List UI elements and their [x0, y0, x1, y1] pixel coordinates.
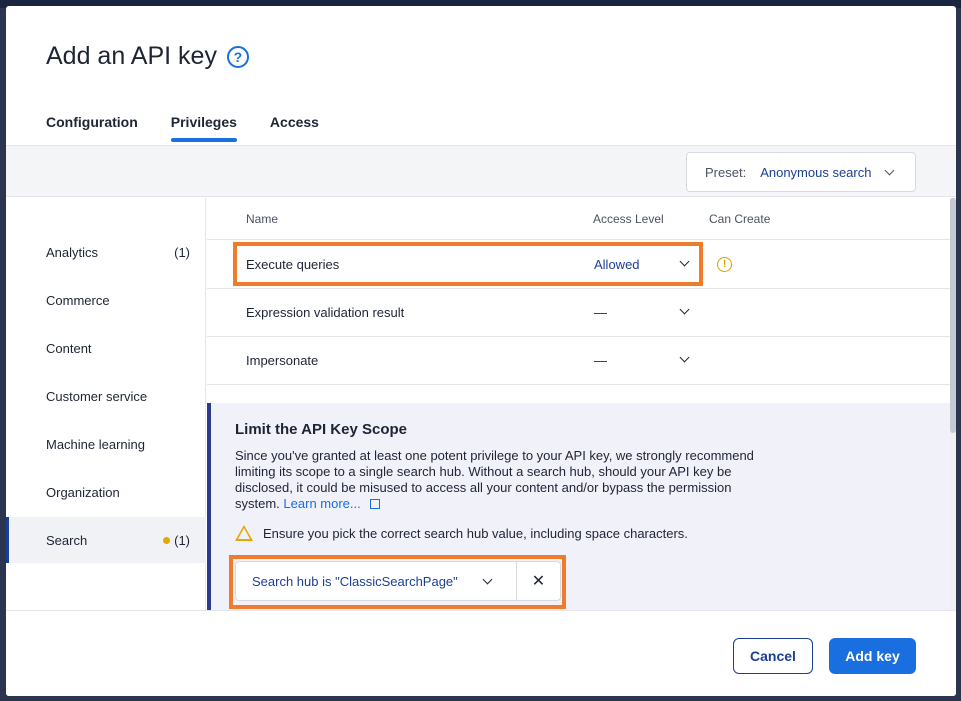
- dialog-title-text: Add an API key: [46, 42, 217, 70]
- tab-access[interactable]: Access: [270, 114, 319, 142]
- sidebar-item-search[interactable]: Search (1): [6, 517, 206, 563]
- dialog-footer: Cancel Add key: [6, 610, 956, 696]
- sidebar-item-content[interactable]: Content: [6, 325, 206, 371]
- modified-indicator-dot: [163, 536, 170, 544]
- sidebar-item-count: (1): [174, 532, 190, 548]
- add-key-button[interactable]: Add key: [829, 638, 916, 674]
- column-header-access-level: Access Level: [593, 212, 664, 226]
- privilege-name: Impersonate: [246, 353, 319, 368]
- sidebar-item-label: Organization: [46, 484, 120, 500]
- panel-scrollbar[interactable]: [950, 198, 956, 610]
- preset-value: Anonymous search: [760, 164, 872, 180]
- sidebar-item-count: (1): [174, 244, 190, 260]
- help-icon[interactable]: ?: [226, 45, 249, 68]
- sidebar-item-organization[interactable]: Organization: [6, 469, 206, 515]
- sidebar-item-machine-learning[interactable]: Machine learning: [6, 421, 206, 467]
- limit-scope-panel: Limit the API Key Scope Since you've gra…: [207, 403, 951, 610]
- scope-description: Since you've granted at least one potent…: [235, 448, 765, 512]
- preset-dropdown[interactable]: Preset: Anonymous search: [686, 152, 916, 192]
- learn-more-link[interactable]: Learn more...: [283, 496, 360, 511]
- sidebar-item-label: Commerce: [46, 292, 110, 308]
- chevron-down-icon[interactable]: [679, 304, 690, 315]
- tab-configuration[interactable]: Configuration: [46, 114, 138, 142]
- warning-icon: !: [717, 257, 732, 272]
- privilege-name: Expression validation result: [246, 305, 405, 320]
- column-header-can-create: Can Create: [709, 212, 771, 226]
- preset-label: Preset:: [705, 164, 747, 180]
- warning-triangle-icon: [235, 525, 253, 541]
- sidebar-item-label: Analytics: [46, 244, 99, 260]
- access-level-dropdown[interactable]: —: [594, 305, 607, 320]
- preset-bar: Preset: Anonymous search: [6, 145, 956, 197]
- dialog-tabs: Configuration Privileges Access: [46, 114, 352, 142]
- privilege-category-sidebar: Analytics (1) Commerce Content Customer …: [6, 198, 206, 610]
- chevron-down-icon[interactable]: [679, 352, 690, 363]
- privileges-panel: Name Access Level Can Create Execute que…: [207, 198, 956, 610]
- scope-warning: Ensure you pick the correct search hub v…: [235, 525, 688, 541]
- scope-warning-text: Ensure you pick the correct search hub v…: [263, 525, 688, 541]
- scope-title: Limit the API Key Scope: [235, 421, 407, 438]
- dialog-title: Add an API key ?: [46, 42, 249, 71]
- sidebar-item-label: Customer service: [46, 388, 148, 404]
- privileges-table-header: Name Access Level Can Create: [207, 198, 951, 240]
- sidebar-item-commerce[interactable]: Commerce: [6, 277, 206, 323]
- sidebar-item-analytics[interactable]: Analytics (1): [6, 229, 206, 275]
- sidebar-item-label: Machine learning: [46, 436, 146, 452]
- tab-privileges[interactable]: Privileges: [170, 114, 238, 142]
- scrollbar-thumb[interactable]: [950, 198, 956, 433]
- table-row: Impersonate —: [207, 337, 951, 385]
- highlight-box: [229, 555, 566, 609]
- cancel-button[interactable]: Cancel: [733, 638, 813, 674]
- sidebar-item-customer-service[interactable]: Customer service: [6, 373, 206, 419]
- sidebar-item-label: Search: [46, 532, 88, 548]
- add-api-key-dialog: Add an API key ? Configuration Privilege…: [6, 6, 956, 696]
- sidebar-item-label: Content: [46, 340, 92, 356]
- highlight-box: [233, 242, 703, 286]
- table-row: Expression validation result —: [207, 289, 951, 337]
- column-header-name: Name: [246, 212, 279, 226]
- access-level-dropdown[interactable]: —: [594, 353, 607, 368]
- chevron-down-icon: [884, 165, 895, 176]
- external-link-icon: [370, 499, 381, 509]
